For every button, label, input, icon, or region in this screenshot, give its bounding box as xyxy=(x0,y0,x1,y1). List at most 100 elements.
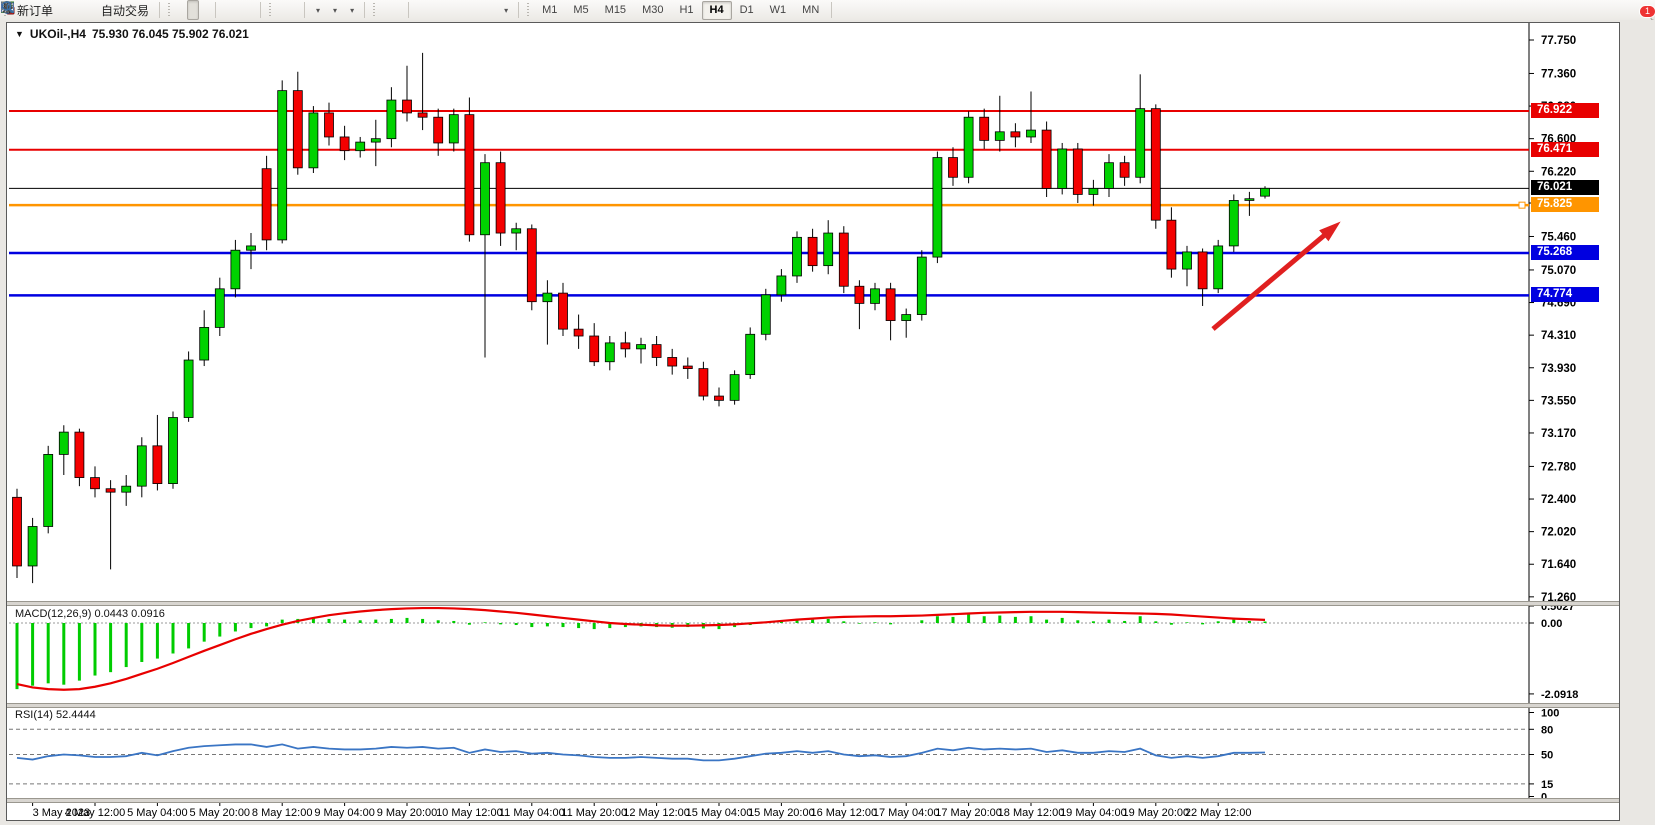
level-drag-handle[interactable] xyxy=(1519,202,1525,208)
bear-candle xyxy=(262,169,271,240)
text-tool-button[interactable]: A xyxy=(473,0,485,20)
bear-candle xyxy=(91,478,100,489)
pane-splitter[interactable] xyxy=(7,601,1619,606)
price-level-label: 74.774 xyxy=(1531,287,1599,302)
crosshair-tool-button[interactable] xyxy=(392,0,404,20)
macd-axis-label: -2.0918 xyxy=(1541,689,1578,701)
bear-candle xyxy=(699,369,708,396)
chevron-down-icon: ▾ xyxy=(350,6,354,15)
bull-candle xyxy=(59,432,68,454)
timeframe-m5-button[interactable]: M5 xyxy=(565,1,596,20)
bear-candle xyxy=(527,229,536,302)
line-chart-mode-button[interactable] xyxy=(199,0,211,20)
bull-candle xyxy=(964,117,973,177)
chevron-down-icon: ▾ xyxy=(333,6,337,15)
new-order-button[interactable]: 新订单 xyxy=(11,0,59,20)
cursor-tool-button[interactable] xyxy=(380,0,392,20)
bear-candle xyxy=(1167,220,1176,269)
auto-trading-button[interactable]: 自动交易 xyxy=(95,0,155,20)
time-axis-label: 5 May 20:00 xyxy=(190,807,251,819)
chart-canvas[interactable]: 77.75077.36076.98076.60076.22075.85075.4… xyxy=(7,23,1619,820)
bull-candle xyxy=(1245,199,1254,201)
bar-chart-mode-button[interactable] xyxy=(175,0,187,20)
time-axis-label: 17 May 20:00 xyxy=(935,807,1002,819)
bull-candle xyxy=(793,237,802,276)
bull-candle xyxy=(761,295,770,334)
toolbar-grip[interactable] xyxy=(167,3,172,17)
bull-candle xyxy=(637,345,646,349)
new-chart-button[interactable]: ▾ xyxy=(309,0,326,20)
bull-candle xyxy=(449,115,458,143)
time-axis-label: 10 May 12:00 xyxy=(436,807,503,819)
bull-candle xyxy=(247,246,256,250)
price-axis-tick-label: 77.750 xyxy=(1541,35,1576,47)
bull-candle xyxy=(231,250,240,289)
signals-button[interactable] xyxy=(83,0,95,20)
vertical-line-tool-button[interactable] xyxy=(413,0,425,20)
pane-splitter[interactable] xyxy=(7,798,1619,803)
rsi-axis-label: 80 xyxy=(1541,724,1553,736)
toolbar-grip[interactable] xyxy=(372,3,377,17)
candlestick-mode-button[interactable] xyxy=(187,0,199,20)
equidistant-channel-tool-button[interactable]: E xyxy=(449,0,461,20)
bear-candle xyxy=(668,357,677,366)
auto-scroll-button[interactable] xyxy=(276,0,288,20)
bull-candle xyxy=(481,163,490,235)
main-toolbar: 新订单 自动交易 xyxy=(0,0,1655,21)
time-axis-label: 15 May 04:00 xyxy=(686,807,753,819)
macd-axis-label: 0.00 xyxy=(1541,618,1562,630)
price-axis-tick-label: 72.020 xyxy=(1541,527,1576,539)
timeframe-w1-button[interactable]: W1 xyxy=(762,1,795,20)
bear-candle xyxy=(949,158,958,178)
price-axis-tick-label: 75.460 xyxy=(1541,231,1576,243)
bear-candle xyxy=(808,237,817,265)
chart-shift-button[interactable] xyxy=(288,0,300,20)
bull-candle xyxy=(1229,200,1238,245)
chart-panes[interactable]: ▼ UKOil-,H4 75.930 76.045 75.902 76.021 … xyxy=(6,22,1620,821)
timeframe-h4-button[interactable]: H4 xyxy=(702,1,732,20)
price-axis-tick-label: 72.780 xyxy=(1541,461,1576,473)
bull-candle xyxy=(1136,109,1145,178)
timeframe-h1-button[interactable]: H1 xyxy=(671,1,701,20)
time-axis-label: 19 May 20:00 xyxy=(1122,807,1189,819)
bear-candle xyxy=(153,446,162,484)
zoom-out-button[interactable] xyxy=(232,0,244,20)
market-watch-button[interactable] xyxy=(59,0,71,20)
fibonacci-tool-button[interactable]: F xyxy=(461,0,473,20)
rsi-line xyxy=(17,744,1265,760)
timeframe-d1-button[interactable]: D1 xyxy=(732,1,762,20)
bull-candle xyxy=(387,100,396,139)
bear-candle xyxy=(683,366,692,369)
horizontal-line-tool-button[interactable] xyxy=(425,0,437,20)
data-window-button[interactable] xyxy=(71,0,83,20)
bear-candle xyxy=(715,396,724,400)
bull-candle xyxy=(1089,188,1098,194)
arrows-tool-button[interactable]: ▾ xyxy=(497,0,514,20)
price-axis-tick-label: 71.640 xyxy=(1541,559,1576,571)
timeframe-m1-button[interactable]: M1 xyxy=(534,1,565,20)
tile-windows-button[interactable] xyxy=(244,0,256,20)
periods-button[interactable]: ▾ xyxy=(326,0,343,20)
pane-splitter[interactable] xyxy=(7,703,1619,708)
rsi-axis-label: 100 xyxy=(1541,708,1559,720)
trendline-tool-button[interactable] xyxy=(437,0,449,20)
timeframe-m15-button[interactable]: M15 xyxy=(597,1,634,20)
timeframe-m30-button[interactable]: M30 xyxy=(634,1,671,20)
search-icon[interactable] xyxy=(0,0,15,15)
templates-button[interactable]: ▾ xyxy=(343,0,360,20)
text-label-tool-button[interactable]: T xyxy=(485,0,497,20)
bear-candle xyxy=(621,343,630,349)
bear-candle xyxy=(325,113,334,137)
bull-candle xyxy=(746,334,755,374)
bull-candle xyxy=(169,418,178,484)
toolbar-grip[interactable] xyxy=(526,3,531,17)
chart-window: ▼ UKOil-,H4 75.930 76.045 75.902 76.021 … xyxy=(0,20,1655,825)
rsi-axis-label: 50 xyxy=(1541,750,1553,762)
price-axis-tick-label: 73.170 xyxy=(1541,428,1576,440)
time-axis-label: 12 May 12:00 xyxy=(623,807,690,819)
zoom-in-button[interactable] xyxy=(220,0,232,20)
timeframe-mn-button[interactable]: MN xyxy=(794,1,827,20)
toolbar-grip[interactable] xyxy=(268,3,273,17)
bear-candle xyxy=(496,163,505,233)
bear-candle xyxy=(1120,163,1129,178)
